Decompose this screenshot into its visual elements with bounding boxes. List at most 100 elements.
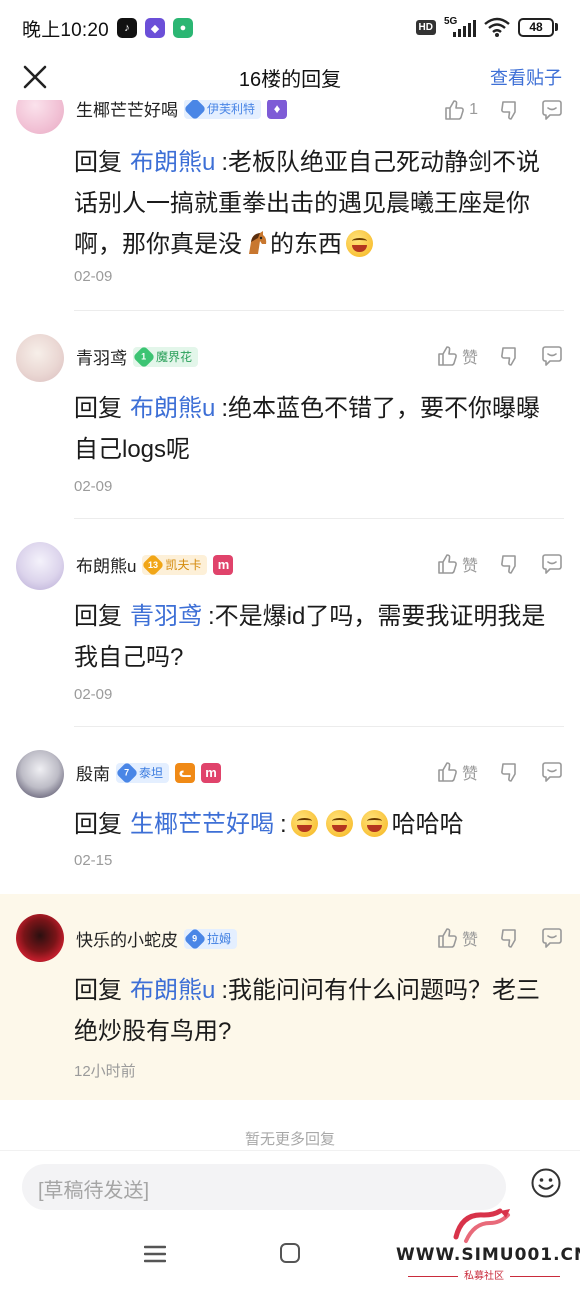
username[interactable]: 快乐的小蛇皮 — [76, 926, 178, 951]
mention-link[interactable]: 布朗熊u — [130, 977, 215, 1004]
reply-input[interactable]: [草稿待发送] — [22, 1164, 506, 1210]
reply-date: 02-09 — [74, 268, 113, 285]
thumb-up-icon — [438, 554, 457, 574]
dislike-button[interactable] — [498, 761, 520, 783]
level-number: 13 — [148, 559, 159, 570]
level-number: 1 — [141, 351, 147, 362]
level-number: 9 — [192, 933, 198, 944]
avatar[interactable] — [16, 542, 64, 590]
username[interactable]: 青羽鸢 — [76, 344, 127, 369]
grinning-emoji-icon — [290, 810, 318, 837]
mention-link[interactable]: 生椰芒芒好喝 — [130, 811, 274, 838]
mention-link[interactable]: 青羽鸢 — [130, 603, 202, 630]
tiktok-icon: ♪ — [116, 18, 137, 38]
avatar[interactable] — [16, 750, 64, 798]
signal-icon: 5G — [444, 16, 476, 38]
username[interactable]: 布朗熊u — [76, 552, 136, 577]
level-number: 7 — [124, 767, 130, 778]
header: 16楼的回复 查看贴子 — [0, 56, 580, 100]
comment-button[interactable] — [540, 344, 564, 368]
watermark: WWW.SIMU001.CN 私募社区 — [396, 1205, 580, 1285]
reply-word: 回复 — [74, 811, 122, 838]
comment-button[interactable] — [540, 926, 564, 950]
username[interactable]: 殷南 — [76, 760, 110, 785]
badge-label: 拉姆 — [207, 932, 232, 946]
like-label: 赞 — [461, 932, 478, 949]
home-icon[interactable] — [280, 1243, 300, 1263]
reply-text: 哈哈哈 — [391, 811, 464, 838]
thumb-up-icon — [445, 100, 465, 120]
watermark-logo-icon — [453, 1208, 510, 1243]
hd-icon: HD — [415, 19, 436, 35]
horse-icon — [243, 228, 269, 254]
watermark-url: WWW.SIMU001.CN — [396, 1245, 580, 1265]
vip-mark-icon: ♦ — [267, 100, 288, 119]
comment-icon — [542, 762, 562, 782]
like-button[interactable]: 1 — [443, 100, 478, 121]
like-button[interactable]: 赞 — [436, 926, 478, 950]
level-badge: 伊芙利特 — [183, 100, 262, 120]
menu-icon[interactable] — [144, 1244, 166, 1264]
avatar[interactable] — [16, 100, 64, 134]
reply-word: 回复 — [74, 603, 122, 630]
grinning-emoji-icon — [360, 810, 388, 837]
comment-icon — [542, 346, 562, 366]
laughing-emoji-icon — [346, 230, 373, 257]
thumb-down-icon — [501, 929, 516, 948]
reply-word: 回复 — [74, 977, 122, 1004]
like-label: 赞 — [461, 350, 478, 367]
dislike-button[interactable] — [498, 100, 520, 121]
like-label: 赞 — [461, 558, 478, 575]
reply-actions: 赞 — [416, 344, 564, 368]
dislike-button[interactable] — [498, 345, 520, 367]
thumb-up-icon — [438, 928, 457, 948]
reply-word: 回复 — [74, 149, 122, 176]
dislike-button[interactable] — [498, 553, 520, 575]
like-button[interactable]: 赞 — [436, 552, 478, 576]
thumb-up-icon — [438, 762, 457, 782]
no-more-replies: 暂无更多回复 — [244, 1131, 335, 1148]
thumb-down-icon — [501, 555, 516, 574]
vip-mark-icon: m — [213, 554, 234, 575]
like-button[interactable]: 赞 — [436, 760, 478, 784]
mention-link[interactable]: 布朗熊u — [130, 149, 215, 176]
reply-date: 02-15 — [74, 852, 113, 869]
reply-item-highlighted: 快乐的小蛇皮 9 拉姆 赞 回复 布朗熊u:我能问问有什么问题吗？老三绝炒股有鸟用… — [0, 894, 580, 1100]
comment-button[interactable] — [540, 100, 564, 122]
reply-actions: 赞 — [416, 760, 564, 784]
watermark-sub: 私募社区 — [396, 1267, 572, 1282]
like-button[interactable]: 赞 — [436, 344, 478, 368]
avatar[interactable] — [16, 334, 64, 382]
comment-button[interactable] — [540, 760, 564, 784]
comment-icon — [542, 100, 562, 120]
mention-link[interactable]: 布朗熊u — [130, 395, 215, 422]
comment-icon — [542, 928, 562, 948]
comment-icon — [542, 554, 562, 574]
badge-label: 伊芙利特 — [207, 102, 256, 116]
reply-actions: 1 — [423, 100, 564, 122]
badge-label: 魔界花 — [156, 350, 193, 364]
view-post-link[interactable]: 查看贴子 — [490, 64, 562, 90]
level-badge: 7 泰坦 — [115, 761, 170, 784]
level-badge: 9 拉姆 — [183, 927, 238, 950]
wechat-notification-icon: ● — [172, 18, 193, 38]
battery-icon: 48 — [518, 17, 558, 37]
reply-item: 布朗熊u 13 凯夫卡 m 赞 回复 青羽鸢:不是爆id了吗，需要我证明我是我自己… — [0, 518, 580, 726]
comment-button[interactable] — [540, 552, 564, 576]
username[interactable]: 生椰芒芒好喝 — [76, 100, 178, 121]
emoji-icon[interactable] — [530, 1167, 562, 1199]
thumb-down-icon — [501, 347, 516, 366]
vip-mark-icon: m — [201, 762, 222, 783]
app-notification-icon: ◆ — [144, 18, 165, 38]
reply-actions: 赞 — [416, 552, 564, 576]
dislike-button[interactable] — [498, 927, 520, 949]
battery-level: 48 — [518, 17, 554, 37]
reply-item: 生椰芒芒好喝 伊芙利特 ♦ 1 回复 布朗熊u:老板队绝亚自己死动静剑不说话别人一… — [0, 100, 580, 308]
reply-list[interactable]: 生椰芒芒好喝 伊芙利特 ♦ 1 回复 布朗熊u:老板队绝亚自己死动静剑不说话别人一… — [0, 100, 580, 1148]
wifi-icon — [484, 17, 510, 37]
reply-content: 回复 布朗熊u:我能问问有什么问题吗？老三绝炒股有鸟用? — [74, 970, 558, 1052]
avatar[interactable] — [16, 914, 64, 962]
reply-item: 青羽鸢 1 魔界花 赞 回复 布朗熊u:绝本蓝色不错了，要不你曝曝自己logs呢 … — [0, 310, 580, 518]
status-bar: 晚上10:20 ♪ ◆ ● HD 5G 48 — [0, 0, 580, 56]
thumb-down-icon — [501, 101, 516, 120]
